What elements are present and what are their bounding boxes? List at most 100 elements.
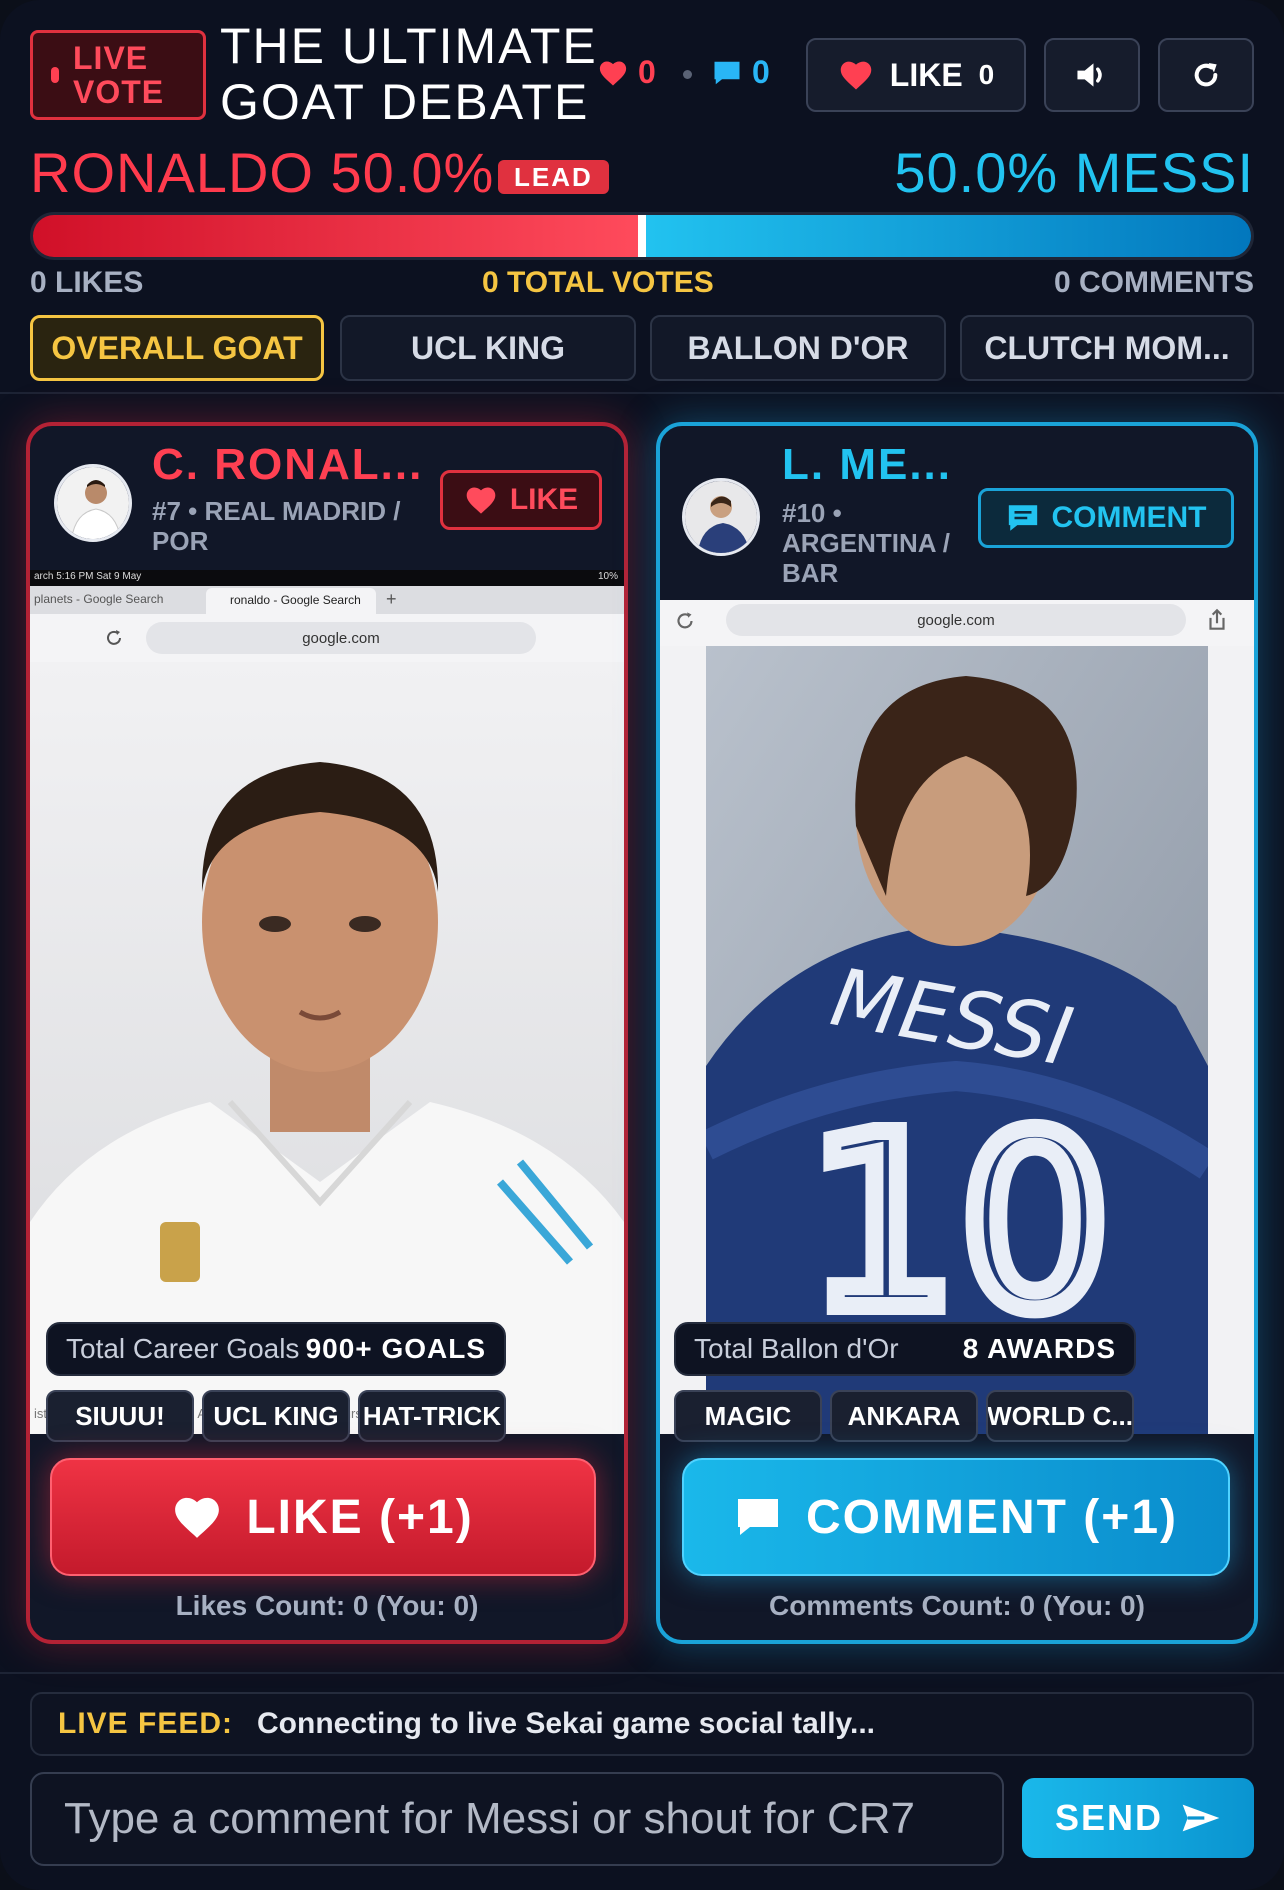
tab-ucl-king[interactable]: UCL KING bbox=[340, 315, 636, 381]
like-button-count: 0 bbox=[978, 59, 995, 90]
title-line-1: THE ULTIMATE bbox=[220, 18, 598, 74]
share-icon[interactable] bbox=[1204, 606, 1230, 634]
like-button-top[interactable]: LIKE 0 bbox=[806, 38, 1026, 112]
browser-tab-1[interactable]: planets - Google Search bbox=[34, 592, 163, 606]
ronaldo-meta: #7 • REAL MADRID / POR bbox=[152, 496, 400, 556]
sound-button[interactable] bbox=[1044, 38, 1140, 112]
url-text: google.com bbox=[302, 629, 380, 647]
bottom-divider bbox=[0, 1672, 1284, 1674]
reload-icon[interactable] bbox=[672, 608, 698, 634]
ronaldo-name: C. RONAL... bbox=[152, 440, 424, 489]
ronaldo-chip-ucl-king[interactable]: UCL KING bbox=[202, 1390, 350, 1442]
messi-chip-ankara[interactable]: ANKARA bbox=[830, 1390, 978, 1442]
messi-percentage: 50.0% MESSI bbox=[894, 141, 1254, 204]
messi-meta-line-3: BAR bbox=[782, 558, 839, 588]
comment-stat: 0 bbox=[712, 54, 770, 91]
ronaldo-like-plus-one-label: LIKE (+1) bbox=[246, 1490, 474, 1544]
ronaldo-meta-line-2: POR bbox=[152, 526, 209, 556]
live-badge-text: LIVE VOTE bbox=[73, 40, 165, 110]
ronaldo-card: C. RONAL... #7 • REAL MADRID / POR LIKE … bbox=[26, 422, 628, 1644]
ronaldo-portrait-image bbox=[30, 662, 624, 1434]
heart-icon bbox=[175, 1497, 220, 1538]
messi-comment-button-label: COMMENT bbox=[1051, 501, 1207, 534]
messi-comments-count: Comments Count: 0 (You: 0) bbox=[769, 1590, 1145, 1621]
votes-total: 0 TOTAL VOTES bbox=[482, 266, 714, 299]
heart-count: 0 bbox=[638, 54, 656, 90]
vote-progress-bar bbox=[30, 212, 1254, 260]
like-button-label: LIKE bbox=[889, 56, 963, 93]
messi-portrait-image: MESSI 10 bbox=[706, 646, 1208, 1434]
messi-photo: google.com MESSI 10 bbox=[660, 600, 1254, 1434]
ronaldo-photo: arch 5:16 PM Sat 9 May 10% planets - Goo… bbox=[30, 570, 624, 1434]
messi-name: L. ME... bbox=[782, 440, 952, 489]
messi-stat-label: Total Ballon d'Or bbox=[694, 1333, 899, 1364]
messi-chip-magic[interactable]: MAGIC bbox=[674, 1390, 822, 1442]
ronaldo-chip-hat-trick[interactable]: HAT-TRICK bbox=[358, 1390, 506, 1442]
heart-icon bbox=[840, 61, 872, 90]
ronaldo-percentage: RONALDO 50.0% bbox=[30, 141, 495, 204]
stat-separator bbox=[683, 70, 692, 79]
live-vote-badge: LIVE VOTE bbox=[30, 30, 206, 120]
url-bar[interactable]: google.com bbox=[726, 604, 1186, 636]
messi-avatar bbox=[682, 478, 760, 556]
ronaldo-like-plus-one-button[interactable]: LIKE (+1) bbox=[50, 1458, 596, 1576]
messi-stat-value: 8 AWARDS bbox=[962, 1333, 1116, 1364]
reload-icon[interactable] bbox=[102, 626, 126, 650]
messi-meta-line-1: #10 • bbox=[782, 498, 842, 528]
url-bar[interactable]: google.com bbox=[146, 622, 536, 654]
comment-icon bbox=[1008, 505, 1037, 531]
ronaldo-avatar bbox=[54, 464, 132, 542]
messi-card: L. ME... #10 • ARGENTINA / BAR COMMENT g… bbox=[656, 422, 1258, 1644]
send-button-label: SEND bbox=[1054, 1797, 1164, 1838]
comment-icon bbox=[714, 61, 740, 84]
volume-icon bbox=[1077, 63, 1102, 87]
messi-comment-plus-one-button[interactable]: COMMENT (+1) bbox=[682, 1458, 1230, 1576]
status-battery: 10% bbox=[597, 571, 618, 582]
ronaldo-stat-value: 900+ GOALS bbox=[305, 1333, 486, 1364]
messi-stat-row: Total Ballon d'Or 8 AWARDS bbox=[674, 1322, 1136, 1376]
send-icon bbox=[1182, 1804, 1220, 1832]
tab-overall-goat[interactable]: OVERALL GOAT bbox=[30, 315, 324, 381]
status-bar: arch 5:16 PM Sat 9 May 10% bbox=[30, 570, 624, 586]
heart-icon bbox=[466, 487, 496, 514]
url-text: google.com bbox=[917, 611, 995, 629]
send-button[interactable]: SEND bbox=[1022, 1778, 1254, 1858]
page-title: THE ULTIMATE GOAT DEBATE bbox=[220, 18, 600, 130]
likes-total: 0 LIKES bbox=[30, 266, 144, 299]
browser-chrome: arch 5:16 PM Sat 9 May 10% planets - Goo… bbox=[30, 570, 624, 662]
comment-input[interactable] bbox=[30, 1772, 1004, 1866]
messi-meta: #10 • ARGENTINA / BAR bbox=[782, 498, 950, 588]
live-dot-icon bbox=[51, 67, 59, 83]
lead-badge: LEAD bbox=[498, 160, 609, 194]
live-feed: LIVE FEED: Connecting to live Sekai game… bbox=[30, 1692, 1254, 1756]
ronaldo-stat-label: Total Career Goals bbox=[66, 1333, 300, 1364]
ronaldo-likes-count: Likes Count: 0 (You: 0) bbox=[175, 1590, 479, 1621]
messi-comment-button[interactable]: COMMENT bbox=[978, 488, 1234, 548]
messi-comment-plus-one-label: COMMENT (+1) bbox=[806, 1490, 1178, 1544]
tab-clutch-moments[interactable]: CLUTCH MOM... bbox=[960, 315, 1254, 381]
jersey-number-text: 10 bbox=[806, 1083, 1111, 1363]
ronaldo-like-button[interactable]: LIKE bbox=[440, 470, 602, 530]
browser-tab-2-label: ronaldo - Google Search bbox=[230, 593, 361, 607]
heart-icon bbox=[599, 61, 627, 85]
browser-chrome: google.com bbox=[660, 600, 1254, 646]
new-tab-icon[interactable]: + bbox=[386, 589, 397, 610]
live-feed-label: LIVE FEED: bbox=[58, 1707, 234, 1740]
ronaldo-chip-siuuu[interactable]: SIUUU! bbox=[46, 1390, 194, 1442]
comment-icon bbox=[738, 1499, 778, 1535]
comment-count: 0 bbox=[752, 54, 770, 90]
section-divider bbox=[0, 392, 1284, 394]
messi-chip-world-cup[interactable]: WORLD C... bbox=[986, 1390, 1134, 1442]
ronaldo-bar-fill bbox=[33, 215, 642, 257]
bar-divider bbox=[638, 215, 646, 257]
tab-ballon-dor[interactable]: BALLON D'OR bbox=[650, 315, 946, 381]
messi-bar-fill bbox=[642, 215, 1251, 257]
app-frame: LIVE VOTE THE ULTIMATE GOAT DEBATE 0 0 L… bbox=[0, 0, 1284, 1890]
ronaldo-stat-row: Total Career Goals 900+ GOALS bbox=[46, 1322, 506, 1376]
player-silhouette-icon bbox=[685, 481, 757, 553]
player-silhouette-icon bbox=[57, 467, 129, 539]
browser-tab-2[interactable]: ronaldo - Google Search bbox=[206, 588, 376, 614]
refresh-button[interactable] bbox=[1158, 38, 1254, 112]
title-line-2: GOAT DEBATE bbox=[220, 74, 590, 130]
messi-meta-line-2: ARGENTINA / bbox=[782, 528, 951, 558]
